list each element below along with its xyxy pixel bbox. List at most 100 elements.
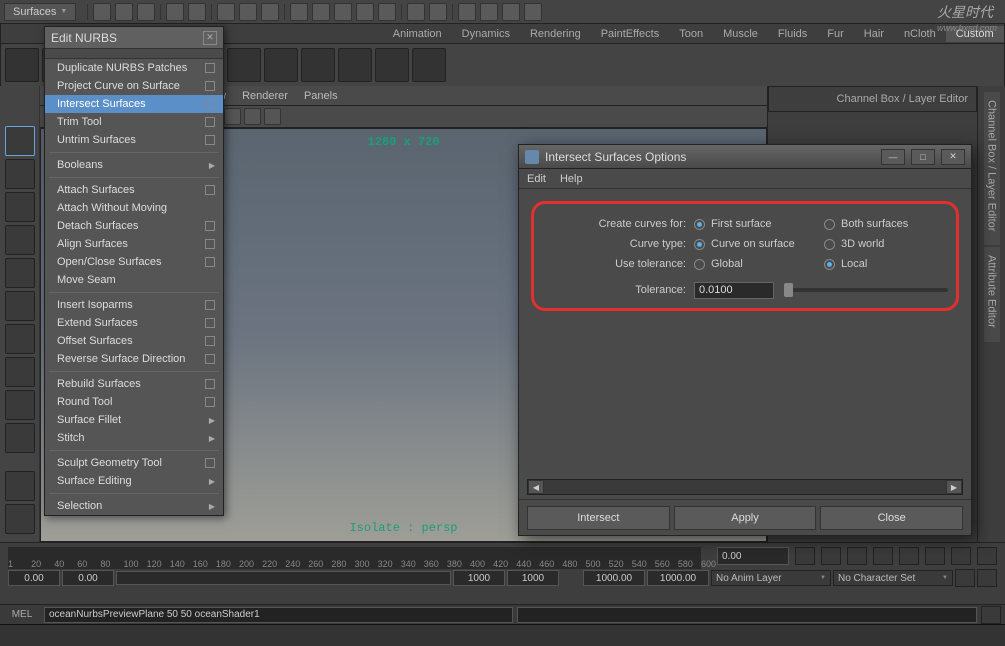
move-tool-icon[interactable] [5, 225, 35, 255]
single-view-icon[interactable] [5, 471, 35, 501]
vp-icon[interactable] [264, 108, 281, 125]
menu-item-trim-tool[interactable]: Trim Tool [45, 113, 223, 131]
menu-item-rebuild-surfaces[interactable]: Rebuild Surfaces [45, 375, 223, 393]
last-tool-icon[interactable] [5, 423, 35, 453]
vp-icon[interactable] [224, 108, 241, 125]
scroll-right-icon[interactable]: ▶ [946, 480, 962, 494]
apply-button[interactable]: Apply [674, 506, 817, 530]
soft-mod-tool-icon[interactable] [5, 357, 35, 387]
menu-item-project-curve-on-surface[interactable]: Project Curve on Surface [45, 77, 223, 95]
menu-item-duplicate-nurbs-patches[interactable]: Duplicate NURBS Patches [45, 59, 223, 77]
menu-item-selection[interactable]: Selection▶ [45, 497, 223, 515]
shelf-tab-fluids[interactable]: Fluids [768, 26, 817, 42]
scroll-left-icon[interactable]: ◀ [528, 480, 544, 494]
maximize-icon[interactable]: □ [911, 149, 935, 165]
new-scene-icon[interactable] [93, 3, 111, 21]
menu-item-move-seam[interactable]: Move Seam [45, 271, 223, 289]
shelf-icon[interactable] [375, 48, 409, 82]
shelf-tab-dynamics[interactable]: Dynamics [452, 26, 520, 42]
range-start2[interactable] [583, 570, 645, 586]
option-box-icon[interactable] [205, 354, 215, 364]
menu-item-booleans[interactable]: Booleans▶ [45, 156, 223, 174]
shelf-tab-animation[interactable]: Animation [383, 26, 452, 42]
paint-select-icon[interactable] [261, 3, 279, 21]
menu-item-extend-surfaces[interactable]: Extend Surfaces [45, 314, 223, 332]
menu-item-surface-fillet[interactable]: Surface Fillet▶ [45, 411, 223, 429]
show-manipulator-icon[interactable] [5, 390, 35, 420]
menu-close-icon[interactable]: ✕ [203, 31, 217, 45]
range-end-input[interactable] [507, 570, 559, 586]
option-box-icon[interactable] [205, 318, 215, 328]
play-fwd-icon[interactable] [899, 547, 919, 565]
menu-item-stitch[interactable]: Stitch▶ [45, 429, 223, 447]
option-box-icon[interactable] [205, 379, 215, 389]
menu-item-reverse-surface-direction[interactable]: Reverse Surface Direction [45, 350, 223, 368]
shelf-tab-muscle[interactable]: Muscle [713, 26, 768, 42]
vp-menu-renderer[interactable]: Renderer [242, 90, 288, 102]
option-box-icon[interactable] [205, 397, 215, 407]
menu-item-untrim-surfaces[interactable]: Untrim Surfaces [45, 131, 223, 149]
save-icon[interactable] [137, 3, 155, 21]
play-back-icon[interactable] [873, 547, 893, 565]
universal-tool-icon[interactable] [5, 324, 35, 354]
radio-3d-world[interactable]: 3D world [824, 238, 884, 250]
mel-label[interactable]: MEL [4, 609, 40, 620]
close-icon[interactable]: ✕ [941, 149, 965, 165]
snap-point-icon[interactable] [334, 3, 352, 21]
redo-icon[interactable] [188, 3, 206, 21]
option-box-icon[interactable] [205, 239, 215, 249]
four-view-icon[interactable] [5, 504, 35, 534]
menu-tear-strip[interactable] [45, 49, 223, 59]
radio-both-surfaces[interactable]: Both surfaces [824, 218, 908, 230]
minimize-icon[interactable]: — [881, 149, 905, 165]
menu-item-insert-isoparms[interactable]: Insert Isoparms [45, 296, 223, 314]
open-icon[interactable] [115, 3, 133, 21]
menu-titlebar[interactable]: Edit NURBS ✕ [45, 27, 223, 49]
shelf-tab-painteffects[interactable]: PaintEffects [591, 26, 670, 42]
option-box-icon[interactable] [205, 185, 215, 195]
fast-fwd-icon[interactable] [977, 547, 997, 565]
shelf-tab-toon[interactable]: Toon [669, 26, 713, 42]
radio-global[interactable]: Global [694, 258, 824, 270]
menu-item-attach-without-moving[interactable]: Attach Without Moving [45, 199, 223, 217]
intersect-button[interactable]: Intersect [527, 506, 670, 530]
menu-item-detach-surfaces[interactable]: Detach Surfaces [45, 217, 223, 235]
tolerance-slider[interactable] [784, 288, 948, 292]
ipr-icon[interactable] [480, 3, 498, 21]
rewind-icon[interactable] [795, 547, 815, 565]
render-settings-icon[interactable] [502, 3, 520, 21]
autokey-icon[interactable] [955, 569, 975, 587]
command-input[interactable] [44, 607, 513, 623]
prev-key-icon[interactable] [847, 547, 867, 565]
mode-dropdown[interactable]: Surfaces [4, 3, 76, 21]
option-box-icon[interactable] [205, 458, 215, 468]
option-box-icon[interactable] [205, 63, 215, 73]
option-box-icon[interactable] [205, 99, 215, 109]
option-box-icon[interactable] [205, 81, 215, 91]
range-in-input[interactable] [62, 570, 114, 586]
radio-first-surface[interactable]: First surface [694, 218, 824, 230]
radio-curve-on-surface[interactable]: Curve on surface [694, 238, 824, 250]
menu-item-attach-surfaces[interactable]: Attach Surfaces [45, 181, 223, 199]
option-box-icon[interactable] [205, 336, 215, 346]
shelf-icon[interactable] [301, 48, 335, 82]
option-box-icon[interactable] [205, 221, 215, 231]
menu-item-round-tool[interactable]: Round Tool [45, 393, 223, 411]
script-editor-icon[interactable] [981, 606, 1001, 624]
render-icon[interactable] [458, 3, 476, 21]
current-frame-input[interactable] [717, 547, 789, 565]
tab-attribute-editor[interactable]: Attribute Editor [984, 247, 1000, 342]
scale-tool-icon[interactable] [5, 291, 35, 321]
menu-item-align-surfaces[interactable]: Align Surfaces [45, 235, 223, 253]
shelf-icon[interactable] [412, 48, 446, 82]
lasso-tool-icon[interactable] [5, 159, 35, 189]
option-box-icon[interactable] [205, 257, 215, 267]
option-box-icon[interactable] [205, 300, 215, 310]
shelf-tab-fur[interactable]: Fur [817, 26, 854, 42]
close-button[interactable]: Close [820, 506, 963, 530]
paint-tool-icon[interactable] [5, 192, 35, 222]
snap-live-icon[interactable] [378, 3, 396, 21]
lasso-icon[interactable] [239, 3, 257, 21]
history-off-icon[interactable] [429, 3, 447, 21]
range-end2[interactable] [647, 570, 709, 586]
